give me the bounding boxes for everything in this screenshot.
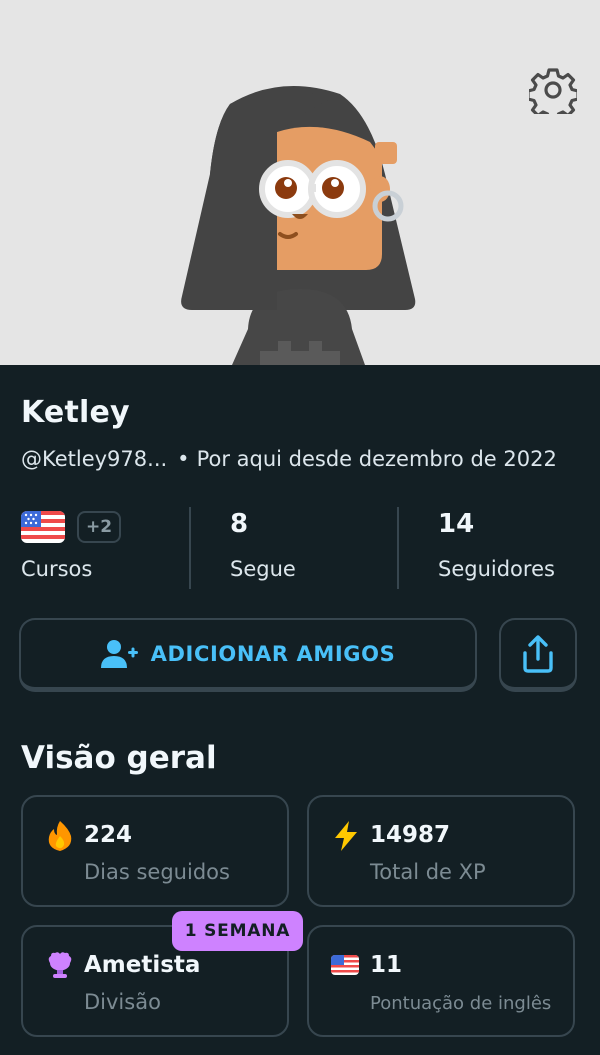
share-button[interactable]: [499, 618, 577, 692]
followers-count: 14: [438, 509, 475, 539]
meta-separator: •: [177, 447, 190, 471]
xp-value: 14987: [370, 822, 451, 848]
flame-icon: [48, 821, 72, 851]
xp-card: 14987 Total de XP: [307, 795, 575, 907]
profile-header: [0, 0, 600, 365]
share-icon: [523, 634, 553, 673]
joined-date: Por aqui desde dezembro de 2022: [196, 447, 557, 471]
extra-courses-chip: +2: [77, 511, 121, 543]
add-friends-button[interactable]: ADICIONAR AMIGOS: [19, 618, 477, 692]
score-value: 11: [370, 952, 403, 978]
settings-gear-icon[interactable]: [529, 66, 577, 114]
courses-stat[interactable]: +2 Cursos: [0, 507, 190, 589]
add-user-icon: [100, 639, 138, 668]
score-card: 11 Pontuação de inglês: [307, 925, 575, 1037]
lightning-icon: [335, 821, 357, 851]
profile-name: Ketley: [21, 395, 130, 430]
league-value: Ametista: [84, 952, 201, 978]
following-label: Segue: [230, 557, 296, 581]
avatar[interactable]: [170, 84, 430, 365]
us-flag-icon: [21, 511, 65, 543]
followers-stat[interactable]: 14 Seguidores: [399, 507, 600, 589]
streak-value: 224: [84, 822, 133, 848]
followers-label: Seguidores: [438, 557, 555, 581]
profile-meta: @Ketley978... • Por aqui desde dezembro de…: [21, 447, 557, 471]
username: @Ketley978...: [21, 447, 168, 471]
streak-card: 224 Dias seguidos: [21, 795, 289, 907]
profile-stats: +2 Cursos 8 Segue 14 Seguidores: [0, 507, 600, 589]
following-count: 8: [230, 509, 249, 539]
following-stat[interactable]: 8 Segue: [191, 507, 398, 589]
courses-label: Cursos: [21, 557, 93, 581]
profile-content: Ketley @Ketley978... • Por aqui desde deze…: [0, 365, 600, 1055]
overview-title: Visão geral: [21, 740, 217, 776]
xp-label: Total de XP: [370, 860, 486, 884]
score-label: Pontuação de inglês: [370, 993, 552, 1014]
league-week-badge: 1 SEMANA: [172, 911, 303, 951]
league-label: Divisão: [84, 990, 161, 1014]
us-flag-icon: [331, 955, 359, 975]
streak-label: Dias seguidos: [84, 860, 230, 884]
add-friends-label: ADICIONAR AMIGOS: [150, 641, 396, 666]
amethyst-trophy-icon: [48, 952, 72, 978]
